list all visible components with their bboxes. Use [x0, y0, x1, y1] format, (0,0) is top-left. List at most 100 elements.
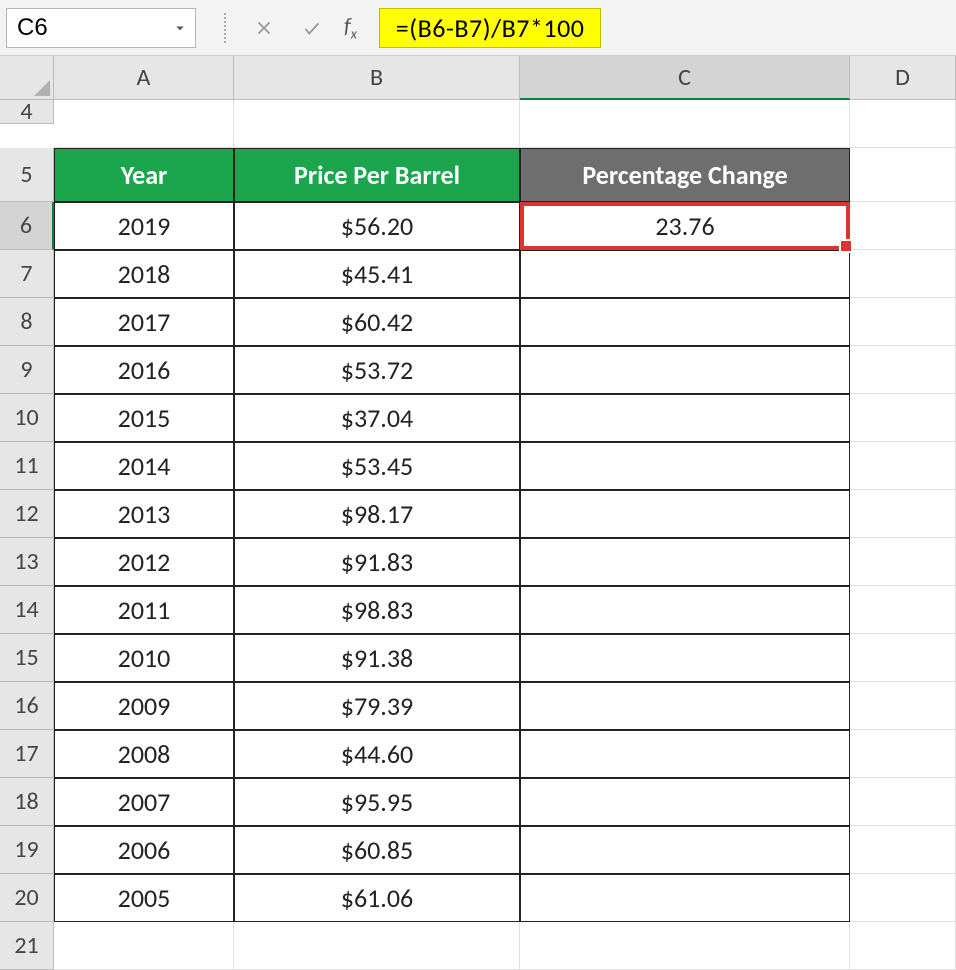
row-header-5[interactable]: 5 — [0, 148, 54, 202]
cell-a13[interactable]: 2012 — [54, 538, 234, 586]
cell-a14[interactable]: 2011 — [54, 586, 234, 634]
row-header-19[interactable]: 19 — [0, 826, 54, 874]
column-header-a[interactable]: A — [54, 56, 234, 100]
row-header-14[interactable]: 14 — [0, 586, 54, 634]
cell-a15[interactable]: 2010 — [54, 634, 234, 682]
cell-d14[interactable] — [850, 586, 956, 634]
cell-d13[interactable] — [850, 538, 956, 586]
confirm-formula-button[interactable] — [292, 8, 332, 48]
cell-b16[interactable]: $79.39 — [234, 682, 520, 730]
cell-d7[interactable] — [850, 250, 956, 298]
cell-c7[interactable] — [520, 250, 850, 298]
header-price[interactable]: Price Per Barrel — [234, 148, 520, 202]
name-box[interactable] — [7, 14, 195, 42]
fx-icon[interactable]: fx — [344, 12, 357, 42]
cell-a8[interactable]: 2017 — [54, 298, 234, 346]
cell-d4[interactable] — [850, 100, 956, 148]
row-header-11[interactable]: 11 — [0, 442, 54, 490]
cell-d16[interactable] — [850, 682, 956, 730]
cell-b9[interactable]: $53.72 — [234, 346, 520, 394]
row-header-20[interactable]: 20 — [0, 874, 54, 922]
cell-c20[interactable] — [520, 874, 850, 922]
cell-b11[interactable]: $53.45 — [234, 442, 520, 490]
row-header-7[interactable]: 7 — [0, 250, 54, 298]
row-header-18[interactable]: 18 — [0, 778, 54, 826]
cell-c19[interactable] — [520, 826, 850, 874]
cell-b10[interactable]: $37.04 — [234, 394, 520, 442]
cell-c17[interactable] — [520, 730, 850, 778]
select-all-corner[interactable] — [0, 56, 54, 100]
cell-a19[interactable]: 2006 — [54, 826, 234, 874]
column-header-d[interactable]: D — [850, 56, 956, 100]
row-header-21[interactable]: 21 — [0, 922, 54, 970]
cell-c9[interactable] — [520, 346, 850, 394]
cell-a21[interactable] — [54, 922, 234, 970]
cell-b7[interactable]: $45.41 — [234, 250, 520, 298]
chevron-down-icon[interactable] — [171, 19, 189, 37]
cell-a16[interactable]: 2009 — [54, 682, 234, 730]
cell-d20[interactable] — [850, 874, 956, 922]
header-year[interactable]: Year — [54, 148, 234, 202]
header-pct[interactable]: Percentage Change — [520, 148, 850, 202]
spreadsheet-grid[interactable]: A B C D 4 5 Year Price Per Barrel Percen… — [0, 56, 956, 970]
cell-b8[interactable]: $60.42 — [234, 298, 520, 346]
row-header-4[interactable]: 4 — [0, 100, 54, 124]
row-header-13[interactable]: 13 — [0, 538, 54, 586]
cell-b20[interactable]: $61.06 — [234, 874, 520, 922]
cell-c15[interactable] — [520, 634, 850, 682]
cell-d17[interactable] — [850, 730, 956, 778]
cell-b12[interactable]: $98.17 — [234, 490, 520, 538]
row-header-6[interactable]: 6 — [0, 202, 54, 250]
formula-input[interactable]: =(B6-B7)/B7*100 — [379, 8, 602, 48]
row-header-16[interactable]: 16 — [0, 682, 54, 730]
cell-d15[interactable] — [850, 634, 956, 682]
column-header-b[interactable]: B — [234, 56, 520, 100]
row-header-15[interactable]: 15 — [0, 634, 54, 682]
cell-b4[interactable] — [234, 100, 520, 148]
cell-a20[interactable]: 2005 — [54, 874, 234, 922]
cell-d9[interactable] — [850, 346, 956, 394]
cell-d12[interactable] — [850, 490, 956, 538]
row-header-10[interactable]: 10 — [0, 394, 54, 442]
cell-d21[interactable] — [850, 922, 956, 970]
cell-b14[interactable]: $98.83 — [234, 586, 520, 634]
cell-c14[interactable] — [520, 586, 850, 634]
row-header-12[interactable]: 12 — [0, 490, 54, 538]
cell-b13[interactable]: $91.83 — [234, 538, 520, 586]
cell-c16[interactable] — [520, 682, 850, 730]
cell-d11[interactable] — [850, 442, 956, 490]
cell-c10[interactable] — [520, 394, 850, 442]
cell-a9[interactable]: 2016 — [54, 346, 234, 394]
cell-b15[interactable]: $91.38 — [234, 634, 520, 682]
cell-d19[interactable] — [850, 826, 956, 874]
row-header-8[interactable]: 8 — [0, 298, 54, 346]
cell-a11[interactable]: 2014 — [54, 442, 234, 490]
cell-c21[interactable] — [520, 922, 850, 970]
cell-a18[interactable]: 2007 — [54, 778, 234, 826]
row-header-17[interactable]: 17 — [0, 730, 54, 778]
cell-d6[interactable] — [850, 202, 956, 250]
cell-d18[interactable] — [850, 778, 956, 826]
cell-a6[interactable]: 2019 — [54, 202, 234, 250]
cell-a7[interactable]: 2018 — [54, 250, 234, 298]
cell-c8[interactable] — [520, 298, 850, 346]
cell-a4[interactable] — [54, 100, 234, 148]
cell-d5[interactable] — [850, 148, 956, 202]
cell-d8[interactable] — [850, 298, 956, 346]
cell-c13[interactable] — [520, 538, 850, 586]
cell-b17[interactable]: $44.60 — [234, 730, 520, 778]
cell-b19[interactable]: $60.85 — [234, 826, 520, 874]
cell-c6[interactable]: 23.76 — [520, 202, 850, 250]
cell-d10[interactable] — [850, 394, 956, 442]
cell-b6[interactable]: $56.20 — [234, 202, 520, 250]
cell-c4[interactable] — [520, 100, 850, 148]
cell-b21[interactable] — [234, 922, 520, 970]
name-box-container[interactable] — [6, 8, 196, 48]
cell-b18[interactable]: $95.95 — [234, 778, 520, 826]
cell-a10[interactable]: 2015 — [54, 394, 234, 442]
cell-c18[interactable] — [520, 778, 850, 826]
cancel-formula-button[interactable] — [244, 8, 284, 48]
cell-c12[interactable] — [520, 490, 850, 538]
cell-c11[interactable] — [520, 442, 850, 490]
row-header-9[interactable]: 9 — [0, 346, 54, 394]
